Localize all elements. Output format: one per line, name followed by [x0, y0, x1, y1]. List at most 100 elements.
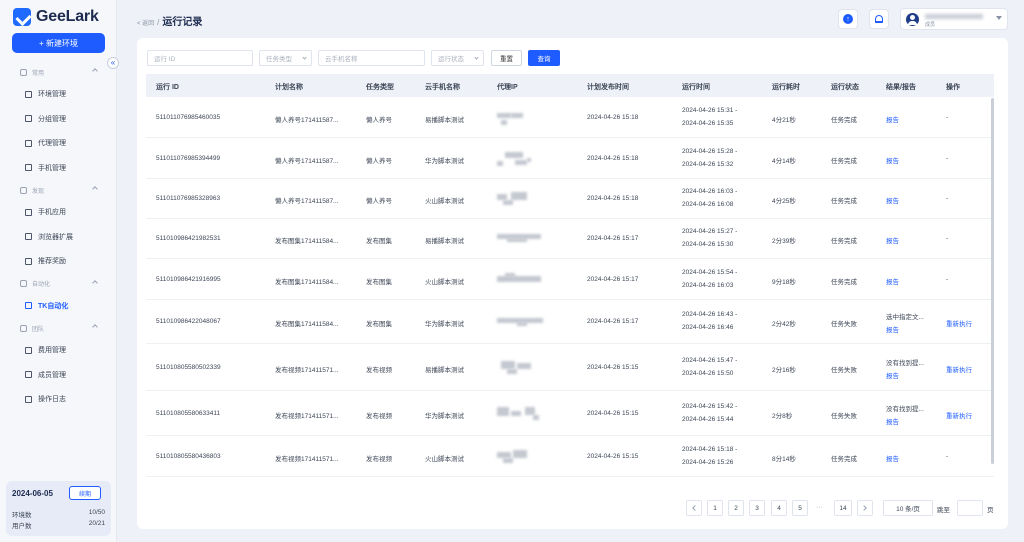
report-link[interactable]: 报告 — [886, 276, 899, 286]
sidebar-item-proxies[interactable]: 代理管理 — [0, 131, 117, 156]
duration-cell: 2分8秒 — [772, 412, 793, 420]
pagination-ellipsis[interactable]: ··· — [816, 504, 823, 511]
page-button[interactable]: 5 — [792, 500, 808, 516]
nav-group-label: 团队 — [32, 326, 45, 333]
back-link[interactable]: < 返回 — [137, 18, 154, 27]
report-link[interactable]: 报告 — [886, 195, 899, 205]
query-button[interactable]: 查询 — [528, 50, 560, 66]
prev-page-button[interactable] — [686, 500, 702, 516]
task-type-cell: 发布图集 — [366, 278, 392, 286]
rerun-link[interactable]: 重新执行 — [946, 364, 972, 374]
proxy-ip-redacted — [497, 449, 547, 466]
task-type-select[interactable]: 任务类型 — [259, 50, 312, 66]
chevron-down-icon — [474, 55, 479, 60]
sidebar-item-members[interactable]: 成员管理 — [0, 363, 117, 388]
run-id-cell: 511011076985328963 — [156, 195, 221, 202]
next-page-button[interactable] — [857, 500, 873, 516]
run-id-cell: 511010805580502339 — [156, 363, 221, 371]
app-icon — [25, 208, 32, 216]
sidebar-item-tk-automation[interactable]: TK自动化 — [0, 294, 117, 319]
jump-page-input[interactable] — [957, 500, 983, 516]
sidebar-item-label: 成员管理 — [38, 371, 66, 379]
run-end-cell: 2024-04-26 15:35 — [682, 119, 734, 127]
report-link[interactable]: 报告 — [886, 324, 899, 334]
sidebar-item-phone-apps[interactable]: 手机应用 — [0, 200, 117, 225]
sidebar-item-environments[interactable]: 环境管理 — [0, 82, 117, 107]
proxy-icon — [25, 139, 32, 147]
table-row: 511011076985394499 懒人养号171411587... 懒人养号 华为… — [146, 138, 994, 179]
status-cell: 任务失败 — [831, 412, 857, 420]
nav-group-discover[interactable]: 发现 — [0, 180, 117, 200]
renew-button[interactable]: 续期 — [69, 486, 101, 500]
rerun-link[interactable]: 重新执行 — [946, 318, 972, 328]
run-start-cell: 2024-04-26 15:18 - — [682, 445, 738, 453]
chevron-up-icon — [92, 279, 98, 286]
page-size-select[interactable]: 10 条/页 — [883, 500, 933, 516]
reset-button[interactable]: 重置 — [491, 50, 522, 66]
duration-cell: 2分16秒 — [772, 366, 796, 374]
rerun-link[interactable]: 重新执行 — [946, 410, 972, 420]
run-end-cell: 2024-04-26 15:32 — [682, 160, 734, 168]
page-button[interactable]: 4 — [771, 500, 787, 516]
sidebar: GeeLark + 新建环境 « 常用 环境管理 分组管理 代理管理 手机管理 … — [0, 0, 119, 542]
sidebar-item-referral[interactable]: 推荐奖励 — [0, 249, 117, 274]
logo[interactable]: GeeLark — [13, 8, 99, 26]
page-button[interactable]: 3 — [749, 500, 765, 516]
gift-icon — [25, 257, 32, 265]
list-icon — [25, 115, 32, 123]
run-status-select[interactable]: 运行状态 — [431, 50, 484, 66]
jump-label: 跳至 — [937, 507, 950, 514]
proxy-ip-redacted — [497, 111, 547, 127]
report-link[interactable]: 报告 — [886, 235, 899, 245]
new-environment-button[interactable]: + 新建环境 — [12, 33, 105, 53]
report-link[interactable]: 报告 — [886, 453, 899, 463]
table-row: 511010805580633411 发布视频171411571... 发布视频 华为… — [146, 391, 994, 436]
column-header: 运行状态 — [831, 84, 859, 91]
status-cell: 任务完成 — [831, 116, 857, 124]
run-id-input[interactable]: 运行 ID — [147, 50, 253, 66]
table-row: 511010986421916995 发布图集171411584... 发布图集 火山… — [146, 259, 994, 300]
report-link[interactable]: 报告 — [886, 114, 899, 124]
sidebar-item-operation-log[interactable]: 操作日志 — [0, 387, 117, 412]
column-header: 云手机名称 — [425, 84, 460, 91]
phone-name-input[interactable]: 云手机名称 — [318, 50, 425, 66]
status-cell: 任务完成 — [831, 455, 857, 463]
sidebar-item-browser-extensions[interactable]: 浏览器扩展 — [0, 225, 117, 250]
subscription-card: 2024-06-05 续期 环境数 10/50 用户数 20/21 — [6, 481, 111, 536]
publish-time-cell: 2024-04-26 15:17 — [587, 318, 639, 325]
notification-button[interactable] — [869, 9, 889, 29]
user-menu[interactable]: 成员 — [900, 8, 1008, 30]
last-page-button[interactable]: 14 — [834, 500, 852, 516]
page-button[interactable]: 1 — [707, 500, 723, 516]
sidebar-item-groups[interactable]: 分组管理 — [0, 107, 117, 132]
duration-cell: 4分25秒 — [772, 198, 796, 205]
nav-group-label: 发现 — [32, 188, 45, 195]
env-count-row: 环境数 10/50 — [12, 509, 105, 519]
run-status-placeholder: 运行状态 — [438, 56, 464, 63]
run-start-cell: 2024-04-26 15:54 - — [682, 268, 738, 276]
page-button[interactable]: 2 — [728, 500, 744, 516]
sidebar-item-billing[interactable]: 费用管理 — [0, 338, 117, 363]
proxy-ip-redacted — [497, 232, 547, 248]
run-id-cell: 511011076985394499 — [156, 154, 221, 162]
result-text-cell: 没有找到提... — [886, 359, 924, 367]
run-start-cell: 2024-04-26 15:27 - — [682, 228, 738, 235]
nav-group-common[interactable]: 常用 — [0, 62, 117, 82]
log-icon — [25, 395, 32, 403]
sidebar-nav: 常用 环境管理 分组管理 代理管理 手机管理 发现 手机应用 浏览器扩展 推荐奖… — [0, 62, 117, 412]
nav-group-team[interactable]: 团队 — [0, 318, 117, 338]
report-link[interactable]: 报告 — [886, 370, 899, 380]
proxy-ip-redacted — [497, 406, 547, 423]
table-scrollbar[interactable] — [991, 98, 994, 464]
bell-icon — [875, 15, 883, 23]
report-link[interactable]: 报告 — [886, 416, 899, 426]
column-header: 结果/报告 — [886, 84, 916, 91]
sidebar-item-phones[interactable]: 手机管理 — [0, 156, 117, 181]
publish-time-cell: 2024-04-26 15:15 — [587, 452, 639, 460]
run-end-cell: 2024-04-26 15:44 — [682, 415, 734, 423]
task-type-cell: 发布图集 — [366, 238, 392, 245]
upload-button[interactable]: ↑ — [838, 9, 858, 29]
report-link[interactable]: 报告 — [886, 155, 899, 165]
nav-group-automation[interactable]: 自动化 — [0, 274, 117, 294]
chevron-down-icon — [302, 55, 307, 60]
